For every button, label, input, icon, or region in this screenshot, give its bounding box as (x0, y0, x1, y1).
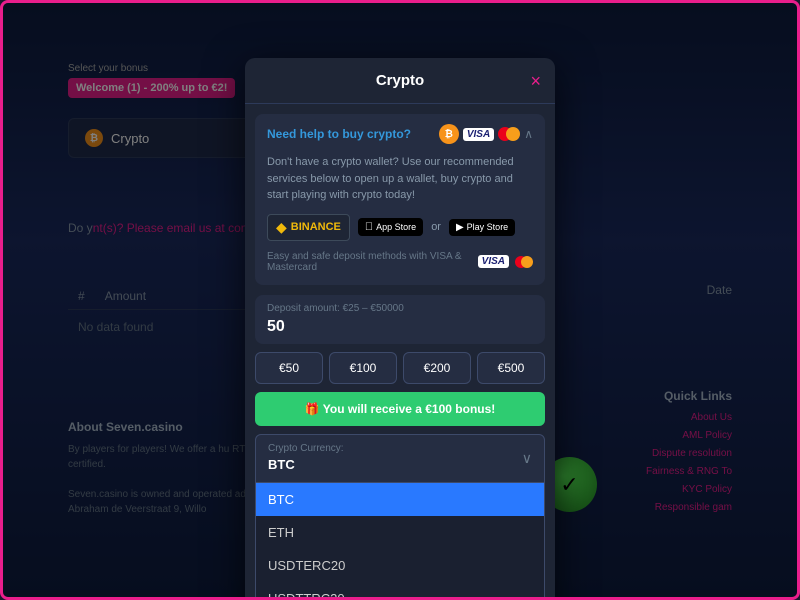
modal-title: Crypto (376, 72, 424, 89)
dropdown-arrow-icon: ∨ (522, 450, 532, 467)
dropdown-selected-value: BTC (268, 457, 295, 472)
help-payment-icons: ₿ VISA ∧ (439, 124, 533, 144)
help-services: ◆ BINANCE  App Store or ▶ Play Store (267, 214, 533, 241)
app-store-button[interactable]:  App Store (358, 218, 423, 236)
deposit-section: Deposit amount: €25 – €50000 50 (245, 295, 555, 352)
dropdown-list: BTC ETH USDTERC20 USDTTRC20 USDTBSC LTC (255, 483, 545, 600)
visa-footer-text: Easy and safe deposit methods with VISA … (267, 251, 472, 273)
amount-200-button[interactable]: €200 (403, 352, 471, 384)
or-text: or (431, 221, 441, 233)
help-description: Don't have a crypto wallet? Use our reco… (267, 154, 533, 204)
amount-50-button[interactable]: €50 (255, 352, 323, 384)
dropdown-header-content: Crypto Currency: BTC (268, 443, 344, 474)
binance-label: BINANCE (291, 221, 341, 233)
app-store-label: App Store (376, 222, 416, 232)
crypto-modal: Crypto × Need help to buy crypto? ₿ VISA… (245, 58, 555, 600)
help-header[interactable]: Need help to buy crypto? ₿ VISA ∧ (255, 114, 545, 154)
btc-icon: ₿ (439, 124, 459, 144)
dropdown-item-usdterc20[interactable]: USDTERC20 (256, 549, 544, 582)
dropdown-item-btc[interactable]: BTC (256, 483, 544, 516)
bonus-banner: 🎁 You will receive a €100 bonus! (255, 392, 545, 426)
deposit-hint: Deposit amount: €25 – €50000 (267, 303, 533, 314)
apple-icon:  (365, 221, 373, 233)
modal-close-button[interactable]: × (530, 72, 541, 90)
chevron-up-icon: ∧ (524, 127, 533, 141)
binance-logo[interactable]: ◆ BINANCE (267, 214, 350, 241)
crypto-currency-dropdown: Crypto Currency: BTC ∨ BTC ETH USDTERC20… (255, 434, 545, 600)
help-title: Need help to buy crypto? (267, 127, 411, 141)
modal-overlay: Crypto × Need help to buy crypto? ₿ VISA… (3, 3, 797, 597)
help-body: Don't have a crypto wallet? Use our reco… (255, 154, 545, 285)
play-icon: ▶ (456, 222, 464, 233)
amount-500-button[interactable]: €500 (477, 352, 545, 384)
mastercard-footer-icon (515, 256, 533, 268)
amount-100-button[interactable]: €100 (329, 352, 397, 384)
modal-header: Crypto × (245, 58, 555, 104)
dropdown-item-eth[interactable]: ETH (256, 516, 544, 549)
dropdown-item-usdttrc20[interactable]: USDTTRC20 (256, 582, 544, 600)
visa-footer: Easy and safe deposit methods with VISA … (267, 251, 533, 273)
dropdown-label: Crypto Currency: (268, 443, 344, 454)
play-store-label: Play Store (467, 222, 509, 232)
play-store-button[interactable]: ▶ Play Store (449, 219, 515, 236)
deposit-value: 50 (267, 318, 533, 336)
dropdown-header[interactable]: Crypto Currency: BTC ∨ (255, 434, 545, 483)
quick-amounts: €50 €100 €200 €500 (245, 352, 555, 392)
binance-icon: ◆ (276, 219, 287, 236)
deposit-input-wrapper[interactable]: Deposit amount: €25 – €50000 50 (255, 295, 545, 344)
mastercard-icon (498, 127, 520, 141)
visa-footer-icon: VISA (478, 255, 509, 268)
background: SEVEN CASINO Select your bonus Welcome (… (0, 0, 800, 600)
help-buy-crypto-section: Need help to buy crypto? ₿ VISA ∧ Don't … (255, 114, 545, 285)
visa-icon: VISA (463, 128, 494, 141)
